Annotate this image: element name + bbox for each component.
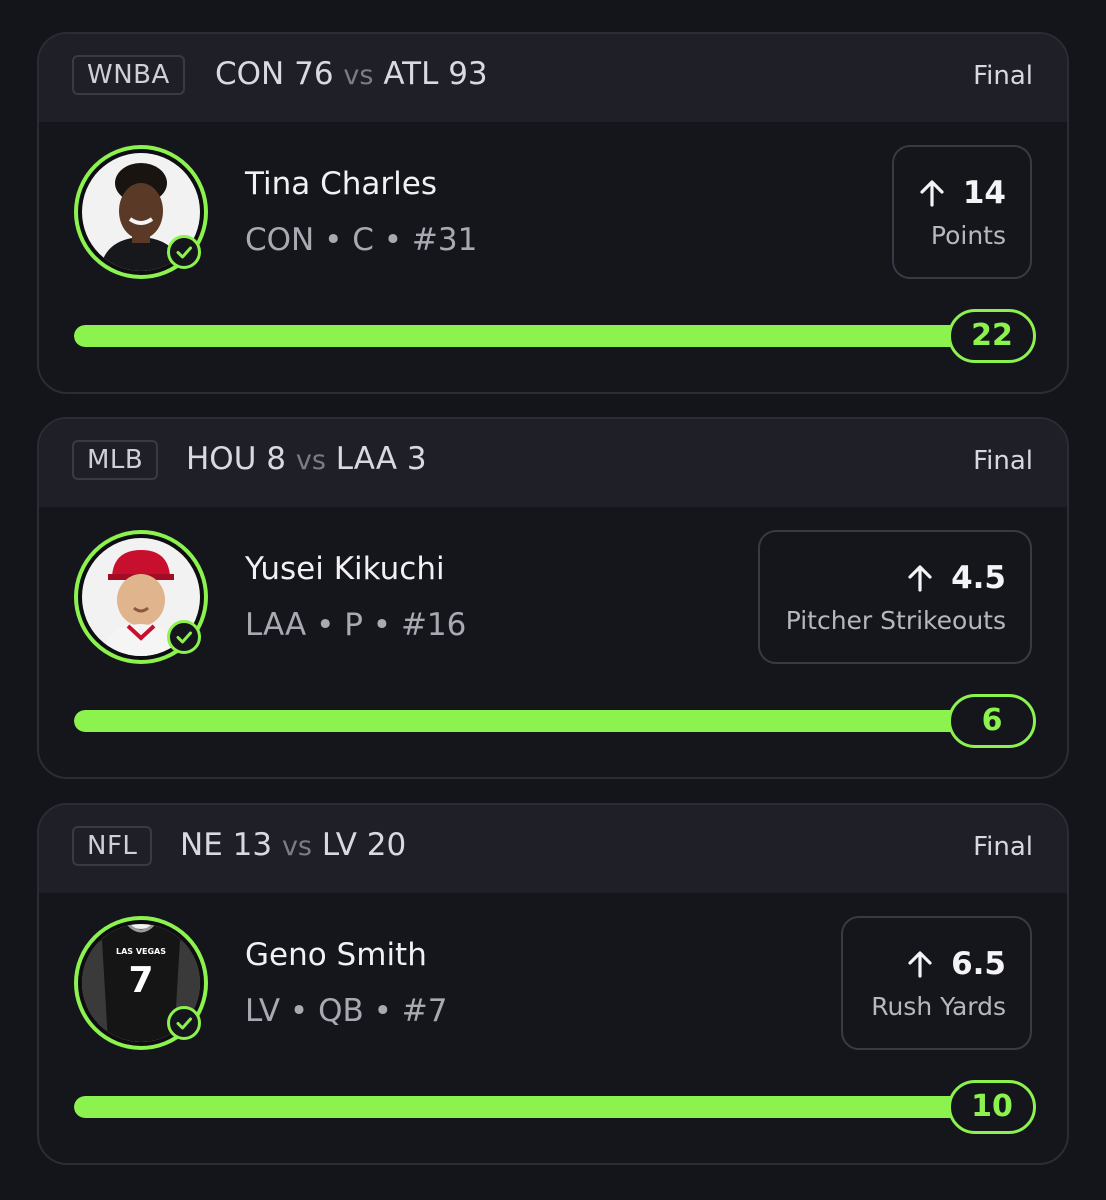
game-status: Final <box>973 61 1033 91</box>
league-badge: NFL <box>72 826 153 866</box>
arrow-up-icon <box>908 951 932 978</box>
pick-card[interactable]: MLB HOU 8 vs LAA 3 Final Yusei Kikuchi L… <box>37 417 1069 779</box>
prop-line-box[interactable]: 6.5 Rush Yards <box>841 916 1032 1050</box>
away-score: 20 <box>366 827 407 863</box>
game-header: MLB HOU 8 vs LAA 3 Final <box>39 419 1067 507</box>
player-name[interactable]: Tina Charles <box>245 164 437 204</box>
result-value: 10 <box>948 1080 1036 1134</box>
away-team: ATL <box>383 56 439 92</box>
prop-line-box[interactable]: 4.5 Pitcher Strikeouts <box>758 530 1032 664</box>
progress-fill <box>74 325 984 347</box>
jersey-text: LAS VEGAS <box>116 947 166 956</box>
game-status: Final <box>973 832 1033 862</box>
game-score: CON 76 vs ATL 93 <box>215 54 488 96</box>
prop-line: 4.5 <box>905 558 1006 598</box>
prop-line-box[interactable]: 14 Points <box>892 145 1032 279</box>
check-circle-icon <box>167 620 201 654</box>
check-circle-icon <box>167 235 201 269</box>
game-score: NE 13 vs LV 20 <box>180 825 406 867</box>
jersey-number: 7 <box>128 960 153 1001</box>
away-score: 3 <box>406 441 427 477</box>
arrow-up-icon <box>920 180 944 207</box>
pick-card[interactable]: NFL NE 13 vs LV 20 Final LAS VEGAS 7 Gen… <box>37 803 1069 1165</box>
progress-bar <box>74 710 984 732</box>
result-value: 22 <box>948 309 1036 363</box>
vs-label: vs <box>295 445 326 476</box>
prop-line: 14 <box>917 173 1006 213</box>
pick-card[interactable]: WNBA CON 76 vs ATL 93 Final Tina Charles… <box>37 32 1069 394</box>
prop-stat-label: Pitcher Strikeouts <box>785 606 1006 635</box>
league-badge: MLB <box>72 440 159 480</box>
player-meta: LAA • P • #16 <box>245 607 467 643</box>
prop-stat-label: Points <box>930 221 1006 250</box>
player-name[interactable]: Geno Smith <box>245 935 427 975</box>
player-avatar[interactable]: LAS VEGAS 7 <box>74 916 208 1050</box>
player-name[interactable]: Yusei Kikuchi <box>245 549 445 589</box>
game-score: HOU 8 vs LAA 3 <box>186 439 427 481</box>
player-avatar[interactable] <box>74 145 208 279</box>
prop-stat-label: Rush Yards <box>871 992 1006 1021</box>
home-score: 8 <box>266 441 286 477</box>
prop-line-value: 4.5 <box>951 560 1006 596</box>
game-header: NFL NE 13 vs LV 20 Final <box>39 805 1067 893</box>
check-circle-icon <box>167 1006 201 1040</box>
arrow-up-icon <box>908 565 932 592</box>
vs-label: vs <box>281 831 312 862</box>
vs-label: vs <box>343 60 374 91</box>
away-score: 93 <box>448 56 488 92</box>
result-value: 6 <box>948 694 1036 748</box>
away-team: LV <box>321 827 357 863</box>
progress-bar <box>74 325 984 347</box>
prop-line-value: 6.5 <box>951 946 1006 982</box>
home-score: 76 <box>294 56 334 92</box>
player-meta: CON • C • #31 <box>245 222 478 258</box>
prop-line: 6.5 <box>905 944 1006 984</box>
away-team: LAA <box>335 441 398 477</box>
home-team: HOU <box>186 441 257 477</box>
progress-bar <box>74 1096 984 1118</box>
progress-fill <box>74 710 984 732</box>
game-status: Final <box>973 446 1033 476</box>
home-team: CON <box>215 56 285 92</box>
prop-line-value: 14 <box>962 175 1006 211</box>
game-header: WNBA CON 76 vs ATL 93 Final <box>39 34 1067 122</box>
player-meta: LV • QB • #7 <box>245 993 448 1029</box>
progress-fill <box>74 1096 984 1118</box>
pick-results-list: WNBA CON 76 vs ATL 93 Final Tina Charles… <box>0 0 1106 1200</box>
home-score: 13 <box>232 827 273 863</box>
home-team: NE <box>180 827 223 863</box>
league-badge: WNBA <box>72 55 185 95</box>
player-avatar[interactable] <box>74 530 208 664</box>
